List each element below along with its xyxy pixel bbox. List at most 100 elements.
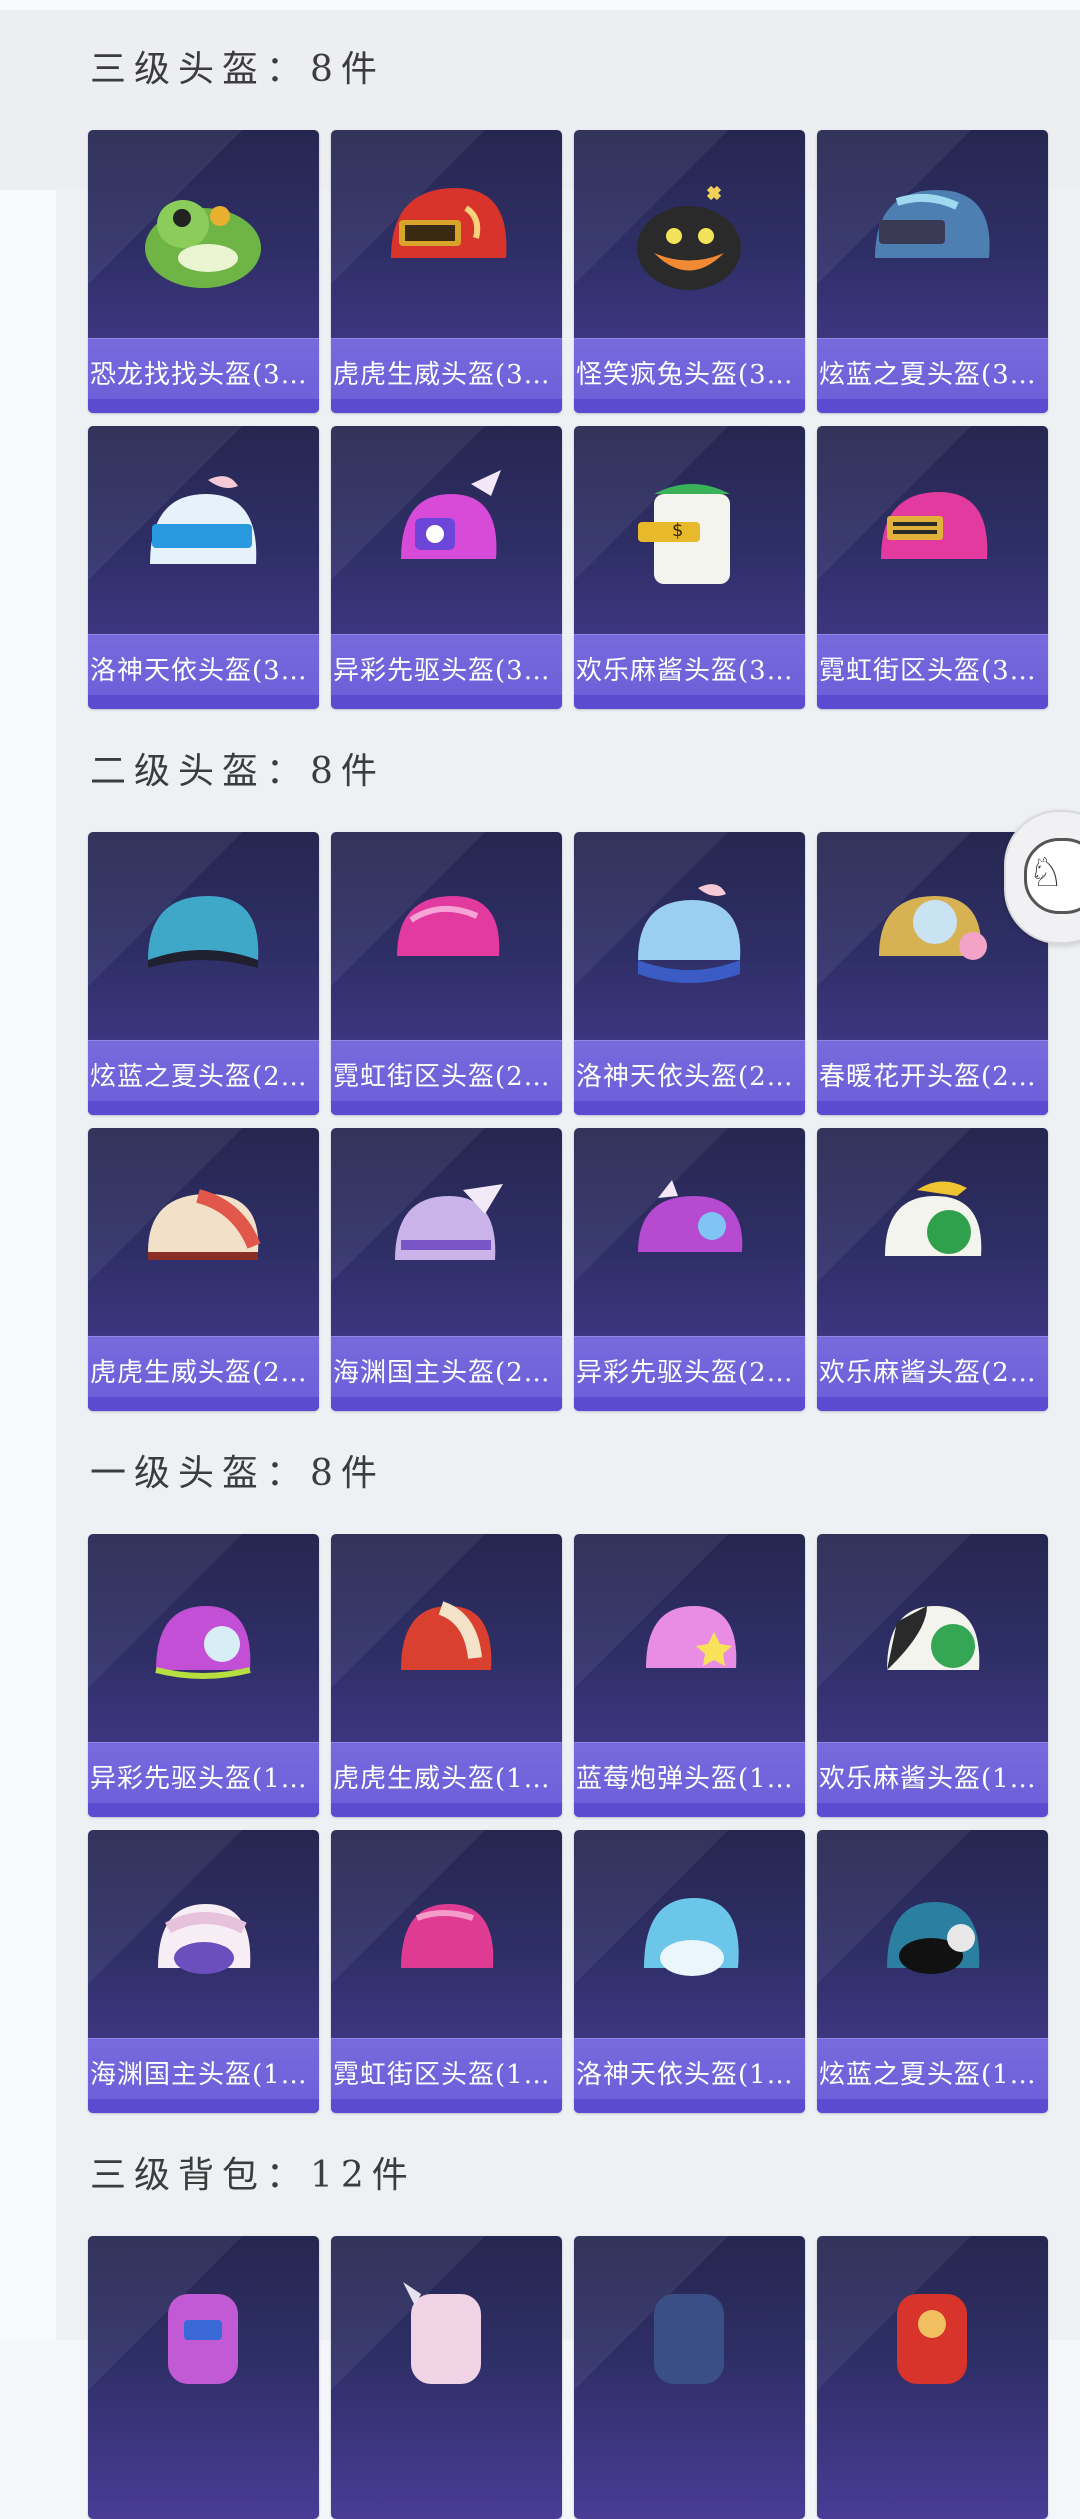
item-label: 蓝莓炮弹头盔(1… — [576, 1764, 794, 1794]
label-strip: 霓虹街区头盔(1… — [331, 2038, 562, 2113]
item-card[interactable]: 炫蓝之夏头盔(1… — [817, 1830, 1048, 2113]
item-label: 欢乐麻酱头盔(1… — [819, 1764, 1037, 1794]
item-label: 虎虎生威头盔(3… — [333, 360, 551, 390]
item-label: 霓虹街区头盔(3… — [819, 656, 1037, 686]
label-strip: 恐龙找找头盔(3… — [88, 338, 319, 413]
section-title: 一级头盔：8件 — [90, 1453, 385, 1494]
section-title: 三级头盔：8件 — [90, 49, 385, 90]
item-card[interactable]: 海渊国主头盔(2… — [331, 1128, 562, 1411]
label-strip: 异彩先驱头盔(1… — [88, 1742, 319, 1817]
item-card[interactable]: 虎虎生威头盔(3… — [331, 130, 562, 413]
label-strip: 洛神天依头盔(1… — [574, 2038, 805, 2113]
item-label: 洛神天依头盔(1… — [576, 2060, 794, 2090]
item-label: 异彩先驱头盔(2… — [576, 1358, 794, 1388]
item-label: 霓虹街区头盔(1… — [333, 2060, 551, 2090]
item-label: 海渊国主头盔(1… — [90, 2060, 308, 2090]
item-label: 异彩先驱头盔(1… — [90, 1764, 308, 1794]
label-strip: 蓝莓炮弹头盔(1… — [574, 1742, 805, 1817]
section-title: 二级头盔：8件 — [90, 751, 385, 792]
item-label: 海渊国主头盔(2… — [333, 1358, 551, 1388]
item-card[interactable]: 异彩先驱头盔(2… — [574, 1128, 805, 1411]
item-card[interactable]: 虎虎生威头盔(1… — [331, 1534, 562, 1817]
item-card[interactable]: $ 欢乐麻酱头盔(3… — [574, 426, 805, 709]
backpack-icon — [654, 2294, 724, 2384]
item-card[interactable]: 欢乐麻酱头盔(2… — [817, 1128, 1048, 1411]
item-label: 怪笑疯兔头盔(3… — [576, 360, 794, 390]
item-card[interactable]: 霓虹街区头盔(3… — [817, 426, 1048, 709]
item-label: 异彩先驱头盔(3… — [333, 656, 551, 686]
blue-summer-helmet-icon — [875, 190, 990, 258]
label-strip: 欢乐麻酱头盔(3… — [574, 634, 805, 709]
tiger-helmet-icon — [391, 188, 507, 258]
item-label: 虎虎生威头盔(1… — [333, 1764, 551, 1794]
item-card[interactable] — [331, 2236, 562, 2519]
label-strip: 异彩先驱头盔(2… — [574, 1336, 805, 1411]
mahjong-helmet-icon — [885, 1181, 982, 1256]
neon-helmet-icon — [881, 492, 988, 559]
label-strip: 虎虎生威头盔(1… — [331, 1742, 562, 1817]
crazy-rabbit-helmet-icon — [637, 185, 741, 290]
tiger-helmet-icon — [148, 1189, 261, 1260]
label-strip: 欢乐麻酱头盔(1… — [817, 1742, 1048, 1817]
item-card[interactable]: 怪笑疯兔头盔(3… — [574, 130, 805, 413]
item-label: 霓虹街区头盔(2… — [333, 1062, 551, 1092]
blueberry-helmet-icon — [646, 1606, 737, 1668]
item-card[interactable] — [574, 2236, 805, 2519]
section-title: 三级背包：12件 — [90, 2155, 416, 2196]
item-label: 欢乐麻酱头盔(2… — [819, 1358, 1037, 1388]
item-card[interactable]: 洛神天依头盔(3… — [88, 426, 319, 709]
pioneer-helmet-icon — [638, 1180, 743, 1252]
neon-helmet-icon — [401, 1904, 494, 1968]
item-card[interactable]: 恐龙找找头盔(3… — [88, 130, 319, 413]
label-strip: 虎虎生威头盔(2… — [88, 1336, 319, 1411]
label-strip: 欢乐麻酱头盔(2… — [817, 1336, 1048, 1411]
label-strip: 炫蓝之夏头盔(2… — [88, 1040, 319, 1115]
item-label: 恐龙找找头盔(3… — [90, 360, 308, 390]
item-card[interactable]: 海渊国主头盔(1… — [88, 1830, 319, 2113]
luoshen-helmet-icon — [150, 476, 257, 564]
item-card[interactable] — [88, 2236, 319, 2519]
backpack-icon — [168, 2294, 238, 2384]
item-card[interactable]: 炫蓝之夏头盔(3… — [817, 130, 1048, 413]
item-card[interactable]: 异彩先驱头盔(1… — [88, 1534, 319, 1817]
item-card[interactable]: 虎虎生威头盔(2… — [88, 1128, 319, 1411]
item-card[interactable]: 欢乐麻酱头盔(1… — [817, 1534, 1048, 1817]
label-strip: 炫蓝之夏头盔(1… — [817, 2038, 1048, 2113]
item-card[interactable]: 洛神天依头盔(2… — [574, 832, 805, 1115]
mahjong-helmet-icon: $ — [638, 484, 730, 584]
item-label: 洛神天依头盔(3… — [90, 656, 308, 686]
luoshen-helmet-icon — [644, 1898, 739, 1976]
item-label: 洛神天依头盔(2… — [576, 1062, 794, 1092]
item-card[interactable]: 霓虹街区头盔(2… — [331, 832, 562, 1115]
item-card[interactable]: 炫蓝之夏头盔(2… — [88, 832, 319, 1115]
spring-helmet-icon — [879, 896, 987, 960]
left-gutter — [0, 190, 56, 2340]
label-strip: 洛神天依头盔(2… — [574, 1040, 805, 1115]
item-card[interactable] — [817, 2236, 1048, 2519]
label-strip: 霓虹街区头盔(3… — [817, 634, 1048, 709]
tiger-helmet-icon — [401, 1601, 492, 1670]
blue-summer-helmet-icon — [148, 896, 259, 968]
top-edge — [0, 0, 1080, 10]
item-card[interactable]: 蓝莓炮弹头盔(1… — [574, 1534, 805, 1817]
abyss-helmet-icon — [158, 1904, 251, 1974]
label-strip: 海渊国主头盔(1… — [88, 2038, 319, 2113]
label-strip: 春暖花开头盔(2… — [817, 1040, 1048, 1115]
svg-text:$: $ — [672, 520, 683, 541]
item-label: 炫蓝之夏头盔(1… — [819, 2060, 1037, 2090]
item-card[interactable]: 霓虹街区头盔(1… — [331, 1830, 562, 2113]
backpack-icon — [403, 2282, 481, 2384]
label-strip: 虎虎生威头盔(3… — [331, 338, 562, 413]
item-card[interactable]: 洛神天依头盔(1… — [574, 1830, 805, 2113]
label-strip: 异彩先驱头盔(3… — [331, 634, 562, 709]
label-strip: 霓虹街区头盔(2… — [331, 1040, 562, 1115]
luoshen-helmet-icon — [638, 884, 741, 983]
blue-summer-helmet-icon — [887, 1902, 980, 1974]
mahjong-helmet-icon — [887, 1606, 980, 1670]
label-strip: 海渊国主头盔(2… — [331, 1336, 562, 1411]
label-strip: 炫蓝之夏头盔(3… — [817, 338, 1048, 413]
item-card[interactable]: 异彩先驱头盔(3… — [331, 426, 562, 709]
dino-helmet-icon — [145, 200, 261, 288]
backpack-icon — [897, 2294, 967, 2384]
label-strip: 洛神天依头盔(3… — [88, 634, 319, 709]
